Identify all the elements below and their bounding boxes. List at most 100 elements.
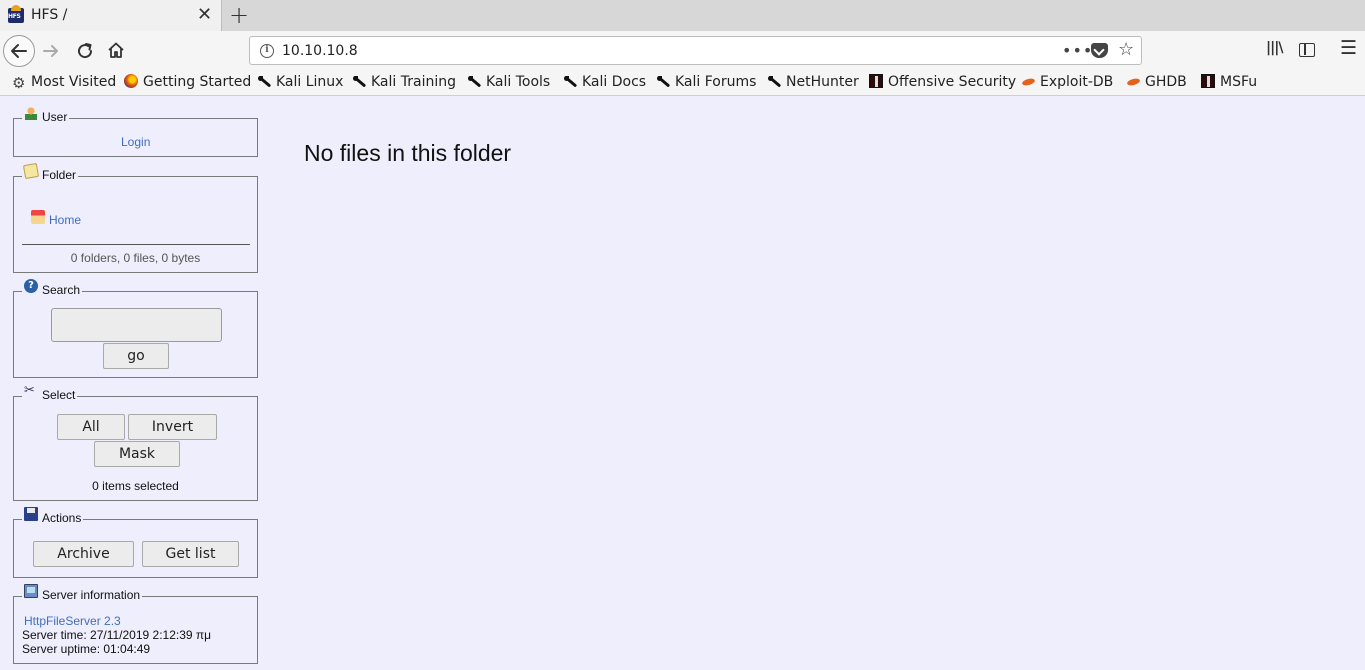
bookmark-kali-tools[interactable]: Kali Tools xyxy=(467,74,550,90)
folder-panel-legend: Folder xyxy=(22,162,79,182)
archive-button[interactable]: Archive xyxy=(33,541,134,567)
user-panel-title: User xyxy=(42,110,68,124)
kali-icon xyxy=(563,74,577,88)
select-panel: ✂ Select All Invert Mask 0 items selecte… xyxy=(13,384,258,501)
home-icon xyxy=(31,210,45,224)
select-panel-title: Select xyxy=(42,388,76,402)
home-button[interactable] xyxy=(107,41,125,59)
exploitdb-icon xyxy=(1021,74,1035,88)
bookmark-kali-linux[interactable]: Kali Linux xyxy=(257,74,343,90)
bookmark-label: Kali Tools xyxy=(486,74,551,90)
floppy-disk-icon xyxy=(24,507,38,521)
search-input[interactable] xyxy=(51,308,222,342)
bookmark-label: MSFu xyxy=(1220,74,1258,90)
bookmark-exploit-db[interactable]: Exploit-DB xyxy=(1021,74,1113,90)
navigation-toolbar: i 10.10.10.8 ••• ☆ |||\ ☰ xyxy=(0,31,1365,70)
user-panel-legend: User xyxy=(22,106,70,124)
selection-status: 0 items selected xyxy=(92,479,179,493)
search-panel-title: Search xyxy=(42,283,81,297)
bookmark-label: NetHunter xyxy=(786,74,859,90)
computer-icon xyxy=(24,584,38,598)
bookmark-nethunter[interactable]: NetHunter xyxy=(767,74,859,90)
kali-icon xyxy=(656,74,670,88)
search-panel-legend: ? Search xyxy=(22,279,83,297)
new-tab-icon[interactable]: + xyxy=(229,2,249,28)
pocket-icon[interactable] xyxy=(1091,43,1108,58)
kali-icon xyxy=(467,74,481,88)
bookmark-kali-training[interactable]: Kali Training xyxy=(352,74,456,90)
back-button[interactable] xyxy=(3,35,35,67)
folder-panel: Folder Home 0 folders, 0 files, 0 bytes xyxy=(13,162,258,273)
bookmark-label: Offensive Security xyxy=(888,74,1017,90)
site-info-icon[interactable]: i xyxy=(260,44,274,58)
firefox-icon xyxy=(124,74,138,88)
gear-icon: ⚙ xyxy=(12,74,26,92)
address-bar[interactable]: i 10.10.10.8 ••• ☆ xyxy=(249,36,1142,65)
bookmark-label: Getting Started xyxy=(143,74,252,90)
kali-icon xyxy=(352,74,366,88)
tab-bar: HFS / ✕ + xyxy=(0,0,1365,31)
bookmark-ghdb[interactable]: GHDB xyxy=(1126,74,1187,90)
search-go-button[interactable]: go xyxy=(103,343,169,369)
bookmark-star-icon[interactable]: ☆ xyxy=(1118,39,1134,60)
page-actions-icon[interactable]: ••• xyxy=(1062,41,1093,60)
bookmark-most-visited[interactable]: ⚙ Most Visited xyxy=(12,74,117,92)
reload-icon xyxy=(78,43,93,59)
bookmark-msfu[interactable]: MSFu xyxy=(1201,74,1257,90)
user-icon xyxy=(24,106,38,120)
folder-summary: 0 folders, 0 files, 0 bytes xyxy=(70,251,201,265)
bookmark-offensive-security[interactable]: Offensive Security xyxy=(869,74,1016,90)
kali-icon xyxy=(767,74,781,88)
forward-button[interactable] xyxy=(42,42,60,60)
bookmark-kali-docs[interactable]: Kali Docs xyxy=(563,74,646,90)
offsec-icon xyxy=(869,74,883,88)
library-icon[interactable]: |||\ xyxy=(1266,40,1283,56)
select-all-button[interactable]: All xyxy=(57,414,125,440)
select-panel-legend: ✂ Select xyxy=(22,384,78,402)
mask-button[interactable]: Mask xyxy=(94,441,180,467)
hamburger-menu-icon[interactable]: ☰ xyxy=(1340,37,1357,59)
help-icon: ? xyxy=(24,279,38,293)
bookmark-label: Kali Docs xyxy=(582,74,647,90)
server-time: Server time: 27/11/2019 2:12:39 πμ xyxy=(22,628,212,642)
folder-panel-title: Folder xyxy=(42,168,77,182)
bookmark-kali-forums[interactable]: Kali Forums xyxy=(656,74,756,90)
home-icon xyxy=(108,42,124,58)
hfs-version-link[interactable]: HttpFileServer 2.3 xyxy=(24,614,121,628)
server-info-panel-legend: Server information xyxy=(22,584,143,602)
bookmark-label: Kali Training xyxy=(371,74,456,90)
kali-icon xyxy=(257,74,271,88)
login-link[interactable]: Login xyxy=(121,135,150,149)
hfs-page: User Login Folder Home 0 folders, 0 file… xyxy=(0,97,1365,670)
forward-arrow-icon xyxy=(43,45,58,57)
bookmark-label: GHDB xyxy=(1145,74,1187,90)
search-panel: ? Search go xyxy=(13,279,258,378)
actions-panel: Actions Archive Get list xyxy=(13,507,258,578)
get-list-button[interactable]: Get list xyxy=(142,541,239,567)
actions-panel-legend: Actions xyxy=(22,507,84,525)
sidebar-toggle-icon[interactable] xyxy=(1299,43,1315,57)
hfs-favicon-icon xyxy=(8,5,24,23)
empty-folder-message: No files in this folder xyxy=(304,140,512,166)
active-tab[interactable]: HFS / ✕ xyxy=(0,0,222,31)
bookmark-label: Kali Forums xyxy=(675,74,757,90)
bookmark-label: Kali Linux xyxy=(276,74,344,90)
bookmark-label: Exploit-DB xyxy=(1040,74,1114,90)
offsec-icon xyxy=(1201,74,1215,88)
home-link[interactable]: Home xyxy=(49,213,81,227)
actions-panel-title: Actions xyxy=(42,511,82,525)
scissors-icon: ✂ xyxy=(24,383,35,398)
back-arrow-icon xyxy=(11,44,27,58)
reload-button[interactable] xyxy=(76,42,94,60)
user-panel: User Login xyxy=(13,106,258,157)
server-info-panel-title: Server information xyxy=(42,588,141,602)
folder-divider xyxy=(22,244,250,245)
server-uptime: Server uptime: 01:04:49 xyxy=(22,642,151,656)
close-tab-icon[interactable]: ✕ xyxy=(197,3,212,27)
tab-title: HFS / xyxy=(31,7,68,23)
url-text[interactable]: 10.10.10.8 xyxy=(282,43,358,59)
invert-selection-button[interactable]: Invert xyxy=(128,414,217,440)
bookmark-getting-started[interactable]: Getting Started xyxy=(124,74,251,90)
bookmarks-toolbar: ⚙ Most Visited Getting Started Kali Linux… xyxy=(0,70,1365,96)
bookmark-label: Most Visited xyxy=(31,74,117,90)
